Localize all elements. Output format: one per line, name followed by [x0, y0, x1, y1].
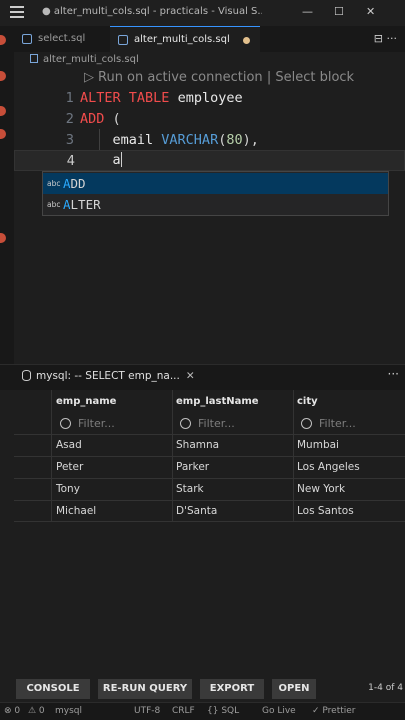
table-row[interactable]: Michael D'Santa Los Santos: [14, 500, 405, 522]
code-text[interactable]: ALTER TABLE employee: [80, 88, 243, 109]
activity-badge-icon[interactable]: [0, 35, 6, 45]
table-cell[interactable]: Asad: [56, 439, 82, 451]
filter-placeholder: Filter...: [319, 417, 356, 430]
tab-alter-multi-cols-sql[interactable]: alter_multi_cols.sql: [110, 26, 260, 52]
minimize-button[interactable]: —: [302, 5, 313, 18]
column-header-city[interactable]: city: [297, 396, 318, 407]
query-results-tab[interactable]: mysql: -- SELECT emp_na... ✕: [22, 370, 195, 382]
encoding-status[interactable]: UTF-8: [134, 706, 160, 716]
editor-tabs: select.sql alter_multi_cols.sql ⊟ ···: [14, 26, 405, 52]
filter-icon: [301, 418, 312, 429]
console-button[interactable]: CONSOLE: [16, 679, 90, 699]
prettier-status[interactable]: ✓ Prettier: [312, 706, 356, 716]
code-line[interactable]: 2: [14, 109, 405, 130]
sql-file-icon: [22, 34, 32, 44]
activity-badge-icon[interactable]: [0, 71, 6, 81]
suggestion-label: ADD: [63, 176, 86, 191]
breadcrumb[interactable]: alter_multi_cols.sql: [30, 54, 139, 65]
window-title: ● alter_multi_cols.sql - practicals - Vi…: [42, 6, 262, 17]
database-icon: [22, 370, 31, 381]
activity-bar: [0, 26, 14, 366]
line-number: 3: [65, 133, 74, 148]
table-cell[interactable]: D'Santa: [176, 505, 217, 517]
tab-label: select.sql: [38, 33, 86, 44]
errors-status[interactable]: ⊗ 0: [4, 706, 20, 716]
code-text[interactable]: a: [80, 150, 123, 171]
table-cell[interactable]: Parker: [176, 461, 209, 473]
column-header-emp-lastname[interactable]: emp_lastName: [176, 396, 259, 407]
text-suggestion-icon: abc: [47, 179, 61, 188]
select-block-link[interactable]: Select block: [275, 70, 354, 85]
pagination-info: 1-4 of 4: [368, 683, 403, 693]
table-cell[interactable]: New York: [297, 483, 345, 495]
activity-badge-icon[interactable]: [0, 106, 6, 116]
tab-select-sql[interactable]: select.sql: [14, 26, 110, 52]
results-grid: emp_name emp_lastName city Filter... Fil…: [14, 390, 405, 672]
open-button[interactable]: OPEN: [272, 679, 316, 699]
table-row[interactable]: Peter Parker Los Angeles: [14, 456, 405, 478]
activity-badge-icon[interactable]: [0, 129, 6, 139]
suggestion-item-alter[interactable]: abc ALTER: [43, 194, 388, 215]
export-button[interactable]: EXPORT: [200, 679, 264, 699]
text-suggestion-icon: abc: [47, 200, 61, 209]
suggestion-label: ALTER: [63, 197, 101, 212]
connection-status[interactable]: mysql: [55, 706, 82, 716]
panel-tab-bar: mysql: -- SELECT emp_na... ✕ ···: [0, 365, 405, 390]
line-number: 1: [65, 91, 74, 106]
code-lens: ▷ Run on active connection | Select block: [84, 70, 354, 85]
text-cursor: [120, 152, 123, 167]
line-number: 4: [66, 154, 75, 169]
table-cell[interactable]: Los Angeles: [297, 461, 360, 473]
table-cell[interactable]: Los Santos: [297, 505, 354, 517]
table-cell[interactable]: Stark: [176, 483, 204, 495]
suggestion-item-add[interactable]: abc ADD: [43, 173, 388, 194]
results-toolbar: CONSOLE RE-RUN QUERY EXPORT OPEN 1-4 of …: [14, 677, 405, 701]
filter-placeholder: Filter...: [78, 417, 115, 430]
breadcrumb-file[interactable]: alter_multi_cols.sql: [43, 54, 139, 65]
close-button[interactable]: ✕: [366, 5, 375, 18]
rerun-query-button[interactable]: RE-RUN QUERY: [98, 679, 192, 699]
autocomplete-suggest-widget: abc ADD abc ALTER: [42, 171, 389, 216]
table-cell[interactable]: Michael: [56, 505, 96, 517]
table-cell[interactable]: Shamna: [176, 439, 219, 451]
warnings-status[interactable]: ⚠ 0: [28, 706, 45, 716]
title-bar: ● alter_multi_cols.sql - practicals - Vi…: [0, 0, 405, 26]
editor-actions[interactable]: ⊟ ···: [374, 32, 397, 45]
menu-icon[interactable]: [10, 6, 24, 18]
table-cell[interactable]: Mumbai: [297, 439, 339, 451]
filter-icon: [60, 418, 71, 429]
unsaved-dot-icon[interactable]: [243, 37, 250, 44]
column-header-emp-name[interactable]: emp_name: [56, 396, 116, 407]
status-bar: ⊗ 0 ⚠ 0 mysql UTF-8 CRLF {} SQL Go Live …: [0, 702, 405, 720]
close-tab-icon[interactable]: ✕: [186, 370, 195, 382]
filter-placeholder: Filter...: [198, 417, 235, 430]
table-cell[interactable]: Peter: [56, 461, 83, 473]
maximize-button[interactable]: ☐: [334, 5, 344, 18]
table-row[interactable]: Asad Shamna Mumbai: [14, 434, 405, 456]
filter-emp-name[interactable]: Filter...: [60, 417, 115, 430]
query-results-tab-label: mysql: -- SELECT emp_na...: [36, 370, 180, 382]
sql-file-icon: [118, 35, 128, 45]
language-status[interactable]: {} SQL: [207, 706, 239, 716]
filter-emp-lastname[interactable]: Filter...: [180, 417, 235, 430]
go-live-button[interactable]: Go Live: [262, 706, 296, 716]
sql-file-icon: [30, 54, 38, 63]
codelens-separator: |: [266, 70, 272, 85]
code-line-current[interactable]: 4: [14, 150, 405, 171]
filter-city[interactable]: Filter...: [301, 417, 356, 430]
run-on-active-connection-link[interactable]: Run on active connection: [98, 70, 263, 85]
code-text[interactable]: ADD (: [80, 109, 121, 130]
play-icon: ▷: [84, 70, 94, 85]
code-text[interactable]: email VARCHAR(80),: [80, 130, 259, 151]
filter-icon: [180, 418, 191, 429]
more-actions-icon[interactable]: ···: [388, 367, 399, 381]
activity-badge-icon[interactable]: [0, 233, 6, 243]
table-row[interactable]: Tony Stark New York: [14, 478, 405, 500]
table-cell[interactable]: Tony: [56, 483, 80, 495]
line-number: 2: [65, 112, 74, 127]
tab-label: alter_multi_cols.sql: [134, 34, 230, 45]
eol-status[interactable]: CRLF: [172, 706, 195, 716]
